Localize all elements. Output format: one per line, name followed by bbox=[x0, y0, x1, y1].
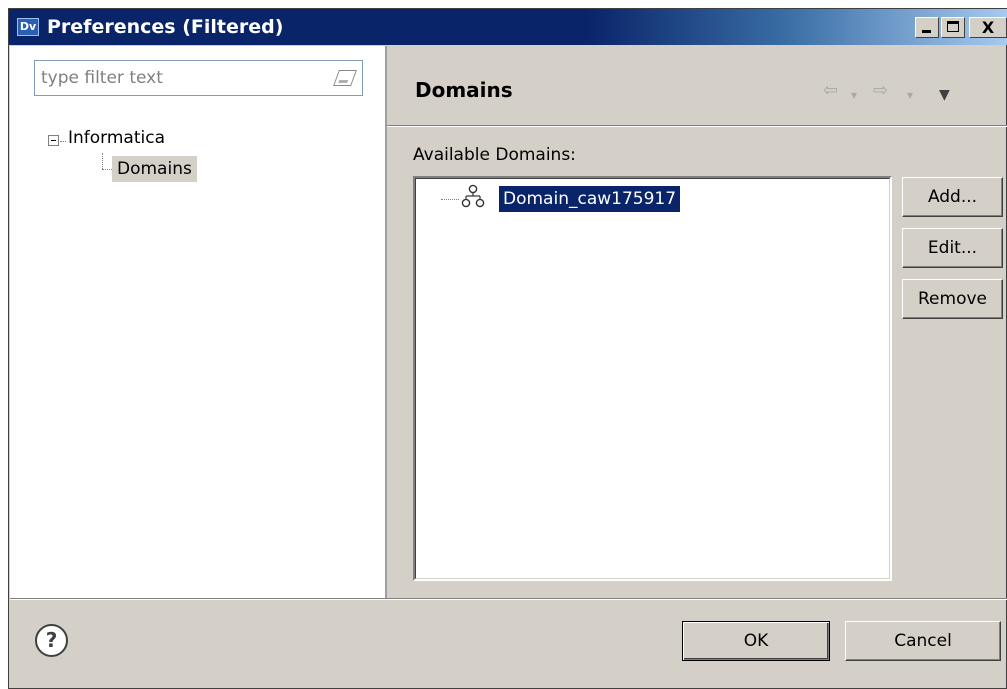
view-menu-icon[interactable]: ▼ bbox=[939, 86, 950, 104]
tree-connector bbox=[441, 199, 459, 200]
page-title: Domains bbox=[415, 78, 513, 102]
pane-divider[interactable] bbox=[385, 46, 387, 598]
back-arrow-icon[interactable]: ⇦ bbox=[823, 82, 838, 100]
footer-divider-highlight bbox=[10, 599, 1007, 600]
preferences-tree-pane: Informatica Domains bbox=[10, 46, 385, 598]
header-divider-highlight bbox=[387, 126, 1007, 127]
edit-domain-button[interactable]: Edit... bbox=[902, 228, 1003, 268]
add-domain-button[interactable]: Add... bbox=[902, 177, 1003, 217]
page-header: Domains ⇦ ▾ ⇨ ▾ ▼ bbox=[387, 46, 1007, 126]
tree-item-domains[interactable]: Domains bbox=[112, 156, 197, 182]
domain-node-icon bbox=[461, 184, 485, 208]
tree-item-informatica[interactable]: Informatica bbox=[68, 128, 165, 148]
back-history-dropdown-icon[interactable]: ▾ bbox=[851, 86, 857, 104]
tree-connector bbox=[102, 153, 103, 169]
maximize-button[interactable] bbox=[941, 17, 965, 38]
minimize-button[interactable] bbox=[915, 17, 939, 38]
tree-connector bbox=[60, 141, 66, 142]
window-title: Preferences (Filtered) bbox=[47, 16, 284, 38]
title-bar[interactable]: Dv Preferences (Filtered) X bbox=[9, 9, 1007, 45]
remove-domain-button[interactable]: Remove bbox=[902, 279, 1003, 319]
tree-connector bbox=[102, 169, 112, 170]
filter-box bbox=[34, 60, 363, 96]
forward-history-dropdown-icon[interactable]: ▾ bbox=[907, 86, 913, 104]
help-icon[interactable]: ? bbox=[35, 624, 68, 657]
collapse-toggle-icon[interactable] bbox=[48, 135, 59, 146]
ok-button[interactable]: OK bbox=[682, 621, 830, 661]
domain-list-item[interactable]: Domain_caw175917 bbox=[499, 186, 681, 212]
preferences-dialog: Dv Preferences (Filtered) X Informatica … bbox=[8, 8, 1007, 689]
app-icon: Dv bbox=[17, 18, 39, 36]
clear-filter-icon[interactable] bbox=[333, 70, 357, 86]
cancel-button[interactable]: Cancel bbox=[845, 621, 1001, 661]
domains-list[interactable]: Domain_caw175917 bbox=[413, 176, 892, 581]
forward-arrow-icon[interactable]: ⇨ bbox=[873, 82, 888, 100]
filter-input[interactable] bbox=[35, 61, 332, 95]
available-domains-label: Available Domains: bbox=[413, 145, 576, 165]
close-button[interactable]: X bbox=[969, 17, 1007, 38]
close-icon: X bbox=[981, 18, 995, 37]
